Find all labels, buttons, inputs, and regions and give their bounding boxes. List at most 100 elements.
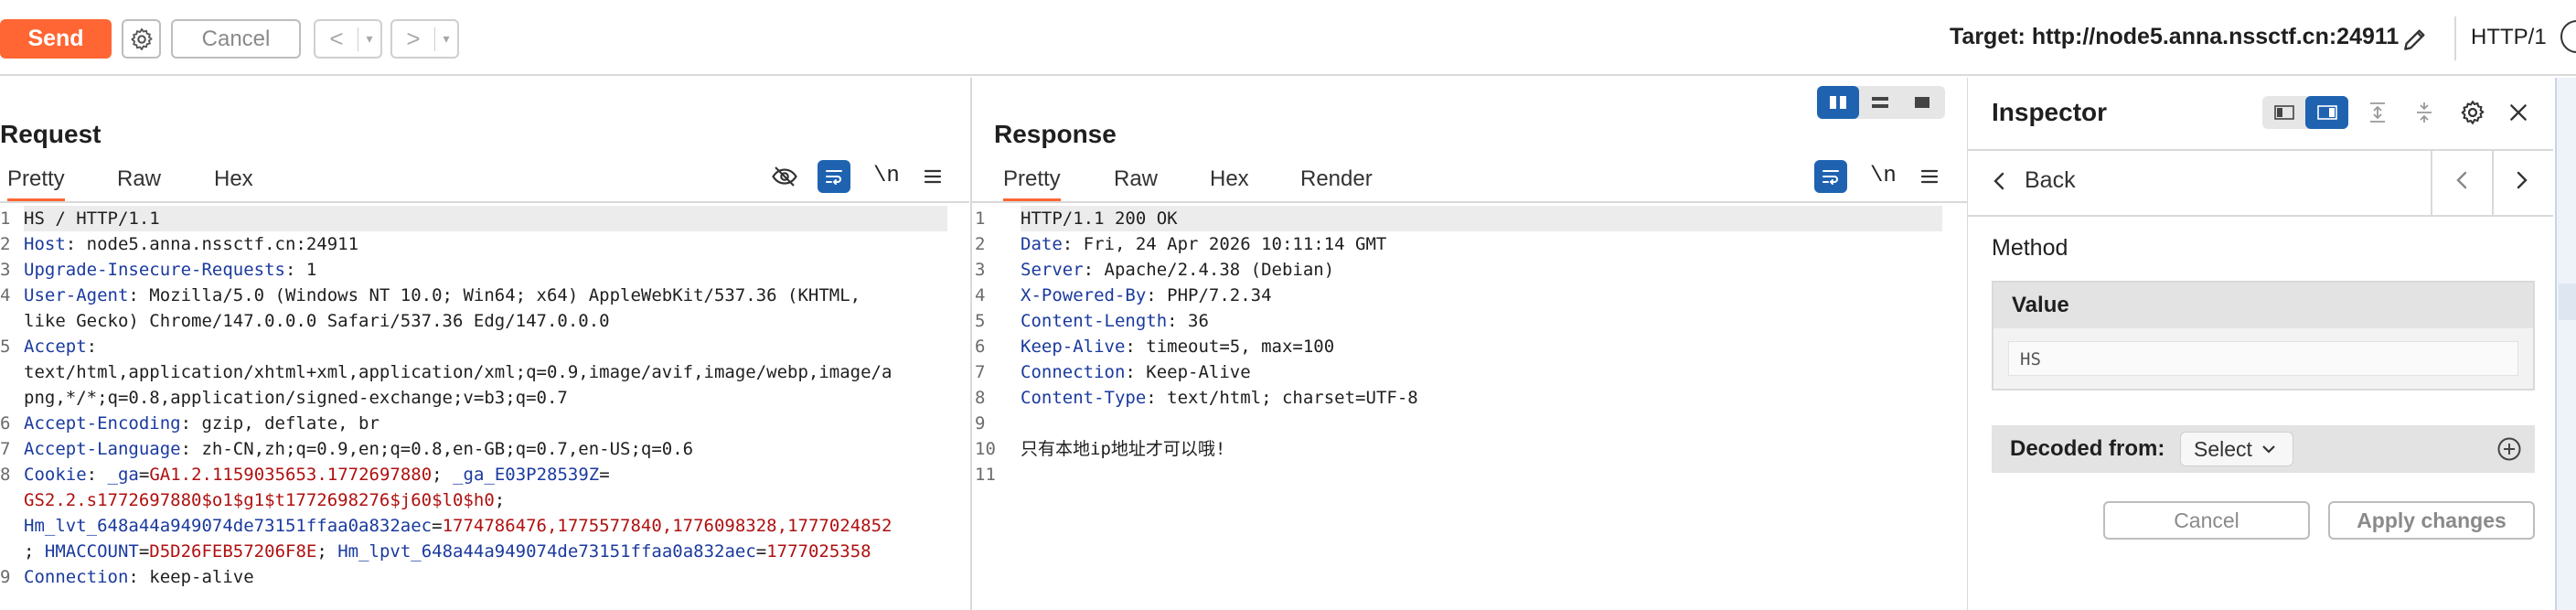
columns-icon: [1830, 96, 1846, 109]
settings-button[interactable]: [122, 19, 161, 59]
code-token: 1774786476,1775577840,1776098328,1777024…: [442, 516, 893, 536]
cancel-request-button[interactable]: Cancel: [171, 19, 301, 59]
line-number: 5: [975, 311, 986, 331]
code-line: 7 Accept-Language: zh-CN,zh;q=0.9,en;q=0.…: [0, 436, 947, 462]
inspector-layout-right-button[interactable]: [2305, 96, 2348, 129]
code-text: Hm_lvt_648a44a949074de73151ffaa0a832aec=…: [24, 513, 892, 539]
chevron-left-icon: [2456, 171, 2467, 189]
code-text: like Gecko) Chrome/147.0.0.0 Safari/537.…: [24, 308, 610, 334]
code-text: Accept:: [24, 334, 97, 359]
history-forward-button[interactable]: > ▾: [390, 19, 459, 59]
wrap-lines-toggle[interactable]: [818, 160, 850, 193]
close-inspector-button[interactable]: [2502, 96, 2535, 129]
response-tab-raw[interactable]: Raw: [1114, 166, 1158, 192]
code-token: : PHP/7.2.34: [1146, 285, 1272, 305]
code-token: =: [599, 465, 610, 485]
response-newline-toggle[interactable]: \n: [1870, 164, 1897, 188]
code-token: Cookie: [24, 465, 87, 485]
request-tab-hex[interactable]: Hex: [214, 166, 253, 192]
rows-icon: [1872, 97, 1888, 108]
gear-icon: [130, 27, 153, 50]
code-token: _ga_E03P28539Z: [453, 465, 600, 485]
hide-nonprintable-button[interactable]: [768, 160, 801, 193]
code-text: Date: Fri, 24 Apr 2026 10:11:14 GMT: [1021, 231, 1386, 257]
decoded-from-row: Decoded from: Select: [1992, 425, 2535, 473]
collapse-all-button[interactable]: [2408, 96, 2441, 129]
chevron-left-icon: [1993, 172, 2004, 189]
code-token: : Mozilla/5.0 (Windows NT 10.0; Win64; x…: [128, 285, 861, 305]
code-token: Accept: [24, 337, 87, 357]
request-tab-pretty[interactable]: Pretty: [7, 166, 65, 202]
add-decoding-icon[interactable]: [2496, 436, 2522, 462]
send-button[interactable]: Send: [0, 19, 112, 59]
inspector-cancel-button[interactable]: Cancel: [2103, 501, 2310, 540]
expand-all-button[interactable]: [2361, 96, 2394, 129]
value-input[interactable]: HS: [2008, 341, 2518, 376]
code-token: Host: [24, 234, 66, 254]
decoded-from-select[interactable]: Select: [2180, 432, 2293, 466]
line-number: 1: [975, 209, 986, 229]
history-back-button[interactable]: < ▾: [314, 19, 382, 59]
code-line: 4 User-Agent: Mozilla/5.0 (Windows NT 10.…: [0, 283, 947, 308]
request-tab-raw[interactable]: Raw: [117, 166, 161, 192]
code-token: text/html,application/xhtml+xml,applicat…: [24, 362, 893, 382]
dropdown-caret-icon[interactable]: ▾: [435, 31, 457, 47]
inspector-settings-button[interactable]: [2456, 96, 2489, 129]
decoded-from-label: Decoded from:: [2010, 436, 2165, 461]
wrap-icon: [826, 170, 842, 185]
scrollbar-thumb[interactable]: [2559, 284, 2576, 320]
apply-changes-button[interactable]: Apply changes: [2328, 501, 2535, 540]
layout-side-by-side-button[interactable]: [1817, 86, 1859, 119]
code-text: Connection: keep-alive: [24, 564, 254, 590]
side-panel-strip[interactable]: [2555, 78, 2576, 610]
hamburger-menu-icon: [1920, 169, 1939, 184]
inspector-layout-left-button[interactable]: [2262, 96, 2305, 129]
code-line: 5 Content-Length: 36: [975, 308, 1942, 334]
http-version-selector[interactable]: HTTP/1: [2471, 25, 2547, 50]
code-line: 9: [975, 411, 1942, 436]
code-token: : 36: [1167, 311, 1209, 331]
inspector-next-button[interactable]: [2506, 164, 2539, 197]
code-token: 1777025358: [766, 541, 871, 562]
response-editor[interactable]: 1 HTTP/1.1 200 OK 2 Date: Fri, 24 Apr 2026 …: [975, 206, 1944, 610]
inspector-back-button[interactable]: Back: [1992, 167, 2076, 194]
request-editor[interactable]: 1 HS / HTTP/1.1 2 Host: node5.anna.nssctf.c…: [0, 206, 969, 610]
code-text: 只有本地ip地址才可以哦!: [1021, 436, 1225, 462]
code-line: like Gecko) Chrome/147.0.0.0 Safari/537.…: [0, 308, 947, 334]
code-line: 6 Accept-Encoding: gzip, deflate, br: [0, 411, 947, 436]
code-line: text/html,application/xhtml+xml,applicat…: [0, 359, 947, 385]
response-menu-button[interactable]: [1913, 160, 1946, 193]
help-icon[interactable]: [2560, 20, 2576, 53]
code-token: ;: [494, 490, 506, 510]
code-text: Connection: Keep-Alive: [1021, 359, 1251, 385]
code-token: =: [138, 541, 150, 562]
inspector-prev-button[interactable]: [2445, 164, 2478, 197]
response-tab-pretty[interactable]: Pretty: [1003, 166, 1061, 202]
response-tab-hex[interactable]: Hex: [1210, 166, 1249, 192]
response-wrap-lines-toggle[interactable]: [1814, 160, 1847, 193]
code-text: Content-Length: 36: [1021, 308, 1209, 334]
code-line: 8 Content-Type: text/html; charset=UTF-8: [975, 385, 1942, 411]
code-token: Hm_lpvt_648a44a949074de73151ffaa0a832aec: [337, 541, 756, 562]
code-text: Cookie: _ga=GA1.2.1159035653.1772697880;…: [24, 462, 610, 487]
newline-toggle[interactable]: \n: [873, 164, 900, 188]
response-tab-render[interactable]: Render: [1300, 166, 1373, 192]
code-text: png,*/*;q=0.8,application/signed-exchang…: [24, 385, 568, 411]
layout-single-button[interactable]: [1901, 86, 1943, 119]
code-token: =: [755, 541, 767, 562]
request-menu-button[interactable]: [916, 160, 949, 193]
layout-stacked-button[interactable]: [1859, 86, 1901, 119]
dropdown-caret-icon[interactable]: ▾: [358, 31, 380, 47]
edit-target-button[interactable]: [2398, 22, 2432, 57]
line-number: 4: [975, 285, 986, 305]
chevron-left-icon: <: [329, 25, 344, 52]
code-token: :: [86, 337, 98, 357]
code-token: Connection: [1021, 362, 1126, 382]
code-token: Accept-Encoding: [24, 413, 181, 433]
code-token: HS / HTTP/1.1: [24, 209, 160, 229]
code-line: 2 Host: node5.anna.nssctf.cn:24911: [0, 231, 947, 257]
pane-splitter[interactable]: [970, 78, 972, 610]
code-text: Host: node5.anna.nssctf.cn:24911: [24, 231, 358, 257]
code-token: : text/html; charset=UTF-8: [1146, 388, 1418, 408]
line-number: 3: [975, 260, 986, 280]
